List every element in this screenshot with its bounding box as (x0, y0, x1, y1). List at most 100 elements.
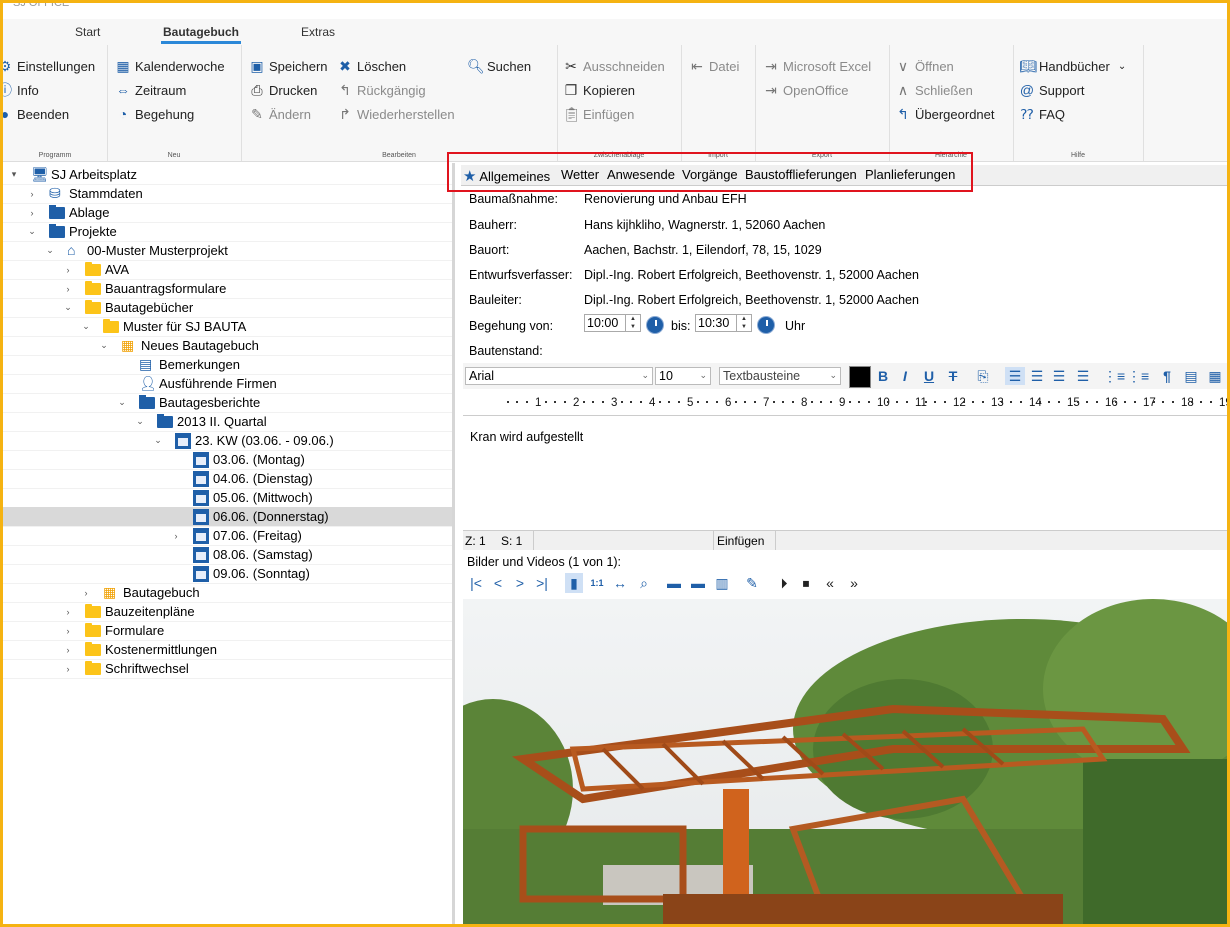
fit-width-icon[interactable]: ↔ (611, 573, 629, 593)
first-icon[interactable]: |< (467, 573, 485, 593)
tree-item-musterprojekt[interactable]: ⌄ ⌂ 00-Muster Musterprojekt (3, 241, 452, 261)
tree-toggle-icon[interactable]: ⌄ (27, 226, 37, 237)
tree-item-schriftwechsel[interactable]: › Schriftwechsel (3, 659, 452, 679)
clock-icon[interactable] (757, 316, 775, 334)
tab-bautagebuch[interactable]: Bautagebuch (160, 25, 242, 44)
tree-item-muster-sj-bauta[interactable]: ⌄ Muster für SJ BAUTA (3, 317, 452, 337)
kopieren-button[interactable]: ❐ Kopieren (563, 79, 635, 101)
tree-item-quartal[interactable]: ⌄ 2013 II. Quartal (3, 412, 452, 432)
kalenderwoche-button[interactable]: ▦ Kalenderwoche (115, 55, 224, 77)
tree-item-stammdaten[interactable]: › ⛁ Stammdaten (3, 184, 452, 204)
tree-toggle-icon[interactable]: › (63, 645, 73, 655)
textbausteine-select[interactable]: Textbausteine ⌄ (719, 367, 841, 385)
tree-item-projekte[interactable]: ⌄ Projekte (3, 222, 452, 242)
tab-extras[interactable]: Extras (301, 25, 335, 39)
speichern-button[interactable]: ▣ Speichern (249, 55, 327, 77)
strikethrough-button[interactable]: T (943, 367, 963, 385)
prev-icon[interactable]: < (489, 573, 507, 593)
rewind-icon[interactable]: « (821, 573, 839, 593)
tree-toggle-icon[interactable]: › (63, 265, 73, 275)
align-justify-icon[interactable]: ☰ (1073, 367, 1093, 385)
tree-item-montag[interactable]: 03.06. (Montag) (3, 450, 452, 470)
last-icon[interactable]: >| (533, 573, 551, 593)
align-right-icon[interactable]: ☰ (1049, 367, 1069, 385)
underline-button[interactable]: U (919, 367, 939, 385)
align-center-icon[interactable]: ☰ (1027, 367, 1047, 385)
drucken-button[interactable]: ⎙ Drucken (249, 79, 317, 101)
oeffnen-button[interactable]: ∨ Öffnen (895, 55, 954, 77)
table-icon[interactable]: ▦ (1205, 367, 1225, 385)
schliessen-button[interactable]: ∧ Schließen (895, 79, 973, 101)
tree-toggle-icon[interactable]: ⌄ (117, 397, 127, 408)
tree-item-bemerkungen[interactable]: ▤ Bemerkungen (3, 355, 452, 375)
begehung-to-input[interactable]: 10:30 ▲ ▼ (695, 314, 752, 332)
tree-toggle-icon[interactable]: › (63, 607, 73, 617)
paragraph-button[interactable]: ¶ (1157, 367, 1177, 385)
tree-item-freitag[interactable]: › 07.06. (Freitag) (3, 526, 452, 546)
einstellungen-button[interactable]: ⚙Einstellungen (3, 55, 95, 77)
tree-toggle-icon[interactable]: › (81, 588, 91, 598)
zoom-icon[interactable]: ⌕ (635, 573, 653, 593)
tree-item-samstag[interactable]: 08.06. (Samstag) (3, 545, 452, 565)
numbered-list-icon[interactable]: ⋮≡ (1103, 367, 1125, 385)
tree-item-mittwoch[interactable]: 05.06. (Mittwoch) (3, 488, 452, 508)
folder-open-icon[interactable]: ▬ (665, 573, 683, 593)
tree-toggle-icon[interactable]: ⌄ (153, 435, 163, 446)
faq-button[interactable]: ⁇ FAQ (1019, 103, 1065, 125)
tree-item-sonntag[interactable]: 09.06. (Sonntag) (3, 564, 452, 584)
excel-export-button[interactable]: ⇥ Microsoft Excel (763, 55, 871, 77)
font-size-select[interactable]: 10 ⌄ (655, 367, 711, 385)
info-button[interactable]: ⓘInfo (3, 79, 39, 101)
tree-toggle-icon[interactable]: ⌄ (63, 302, 73, 313)
bold-button[interactable]: B (873, 367, 893, 385)
tree-item-bauzeitplaene[interactable]: › Bauzeitenpläne (3, 602, 452, 622)
tree-item-bautagesberichte[interactable]: ⌄ Bautagesberichte (3, 393, 452, 413)
clipboard-icon[interactable]: ⎘ (973, 367, 993, 385)
tree-item-dienstag[interactable]: 04.06. (Dienstag) (3, 469, 452, 489)
aendern-button[interactable]: ✎ Ändern (249, 103, 311, 125)
wiederherstellen-button[interactable]: ↱ Wiederherstellen (337, 103, 454, 125)
clock-icon[interactable] (646, 316, 664, 334)
handbuecher-button[interactable]: 📖︎ Handbücher ⌄ (1019, 55, 1126, 77)
ausschneiden-button[interactable]: ✂ Ausschneiden (563, 55, 665, 77)
einfuegen-button[interactable]: 📋︎ Einfügen (563, 103, 634, 125)
fit-page-icon[interactable]: ▮ (565, 573, 583, 593)
tree-item-formulare[interactable]: › Formulare (3, 621, 452, 641)
tree-item-ausfuehrende-firmen[interactable]: 👤︎ Ausführende Firmen (3, 374, 452, 394)
tree-toggle-icon[interactable]: › (63, 284, 73, 294)
tree-item-kalenderwoche[interactable]: ⌄ 23. KW (03.06. - 09.06.) (3, 431, 452, 451)
spinner-arrows[interactable]: ▲ ▼ (736, 315, 751, 331)
delete-media-icon[interactable]: ▥ (713, 573, 731, 593)
tree-toggle-icon[interactable]: ⌄ (99, 340, 109, 351)
zeitraum-button[interactable]: ⇔ Zeitraum (115, 79, 186, 101)
tree-item-sj-arbeitsplatz[interactable]: ▾ 🖥︎ SJ Arbeitsplatz (3, 165, 452, 185)
spinner-arrows[interactable]: ▲ ▼ (625, 315, 640, 331)
beenden-button[interactable]: ● Beenden (3, 103, 69, 125)
rueckgaengig-button[interactable]: ↰ Rückgängig (337, 79, 426, 101)
tree-item-donnerstag[interactable]: 06.06. (Donnerstag) (3, 507, 452, 527)
loeschen-button[interactable]: ✖ Löschen (337, 55, 406, 77)
stop-icon[interactable]: ⏹ (797, 573, 815, 593)
support-button[interactable]: @ Support (1019, 79, 1085, 101)
tree-toggle-icon[interactable]: › (27, 189, 37, 199)
openoffice-export-button[interactable]: ⇥ OpenOffice (763, 79, 848, 101)
tree-item-bautagebuch[interactable]: › ▦ Bautagebuch (3, 583, 452, 603)
text-color-button[interactable] (849, 366, 871, 388)
align-left-icon[interactable]: ☰ (1005, 367, 1025, 385)
folder-add-icon[interactable]: ▬ (689, 573, 707, 593)
datei-import-button[interactable]: ⇤ Datei (689, 55, 739, 77)
tree-toggle-icon[interactable]: › (27, 208, 37, 218)
font-select[interactable]: Arial ⌄ (465, 367, 653, 385)
tab-start[interactable]: Start (75, 25, 100, 39)
next-icon[interactable]: > (511, 573, 529, 593)
tree-toggle-icon[interactable]: ⌄ (45, 245, 55, 256)
tree-toggle-icon[interactable]: ⌄ (135, 416, 145, 427)
page-break-icon[interactable]: ▤ (1181, 367, 1201, 385)
tree-item-bautagebuecher[interactable]: ⌄ Bautagebücher (3, 298, 452, 318)
begehung-from-input[interactable]: 10:00 ▲ ▼ (584, 314, 641, 332)
tree-toggle-icon[interactable]: › (63, 664, 73, 674)
ruler[interactable]: 123456789101112131415161718192 (463, 393, 1227, 416)
tree-toggle-icon[interactable]: ⌄ (81, 321, 91, 332)
play-icon[interactable]: ⏵ (775, 573, 793, 593)
italic-button[interactable]: I (895, 367, 915, 385)
